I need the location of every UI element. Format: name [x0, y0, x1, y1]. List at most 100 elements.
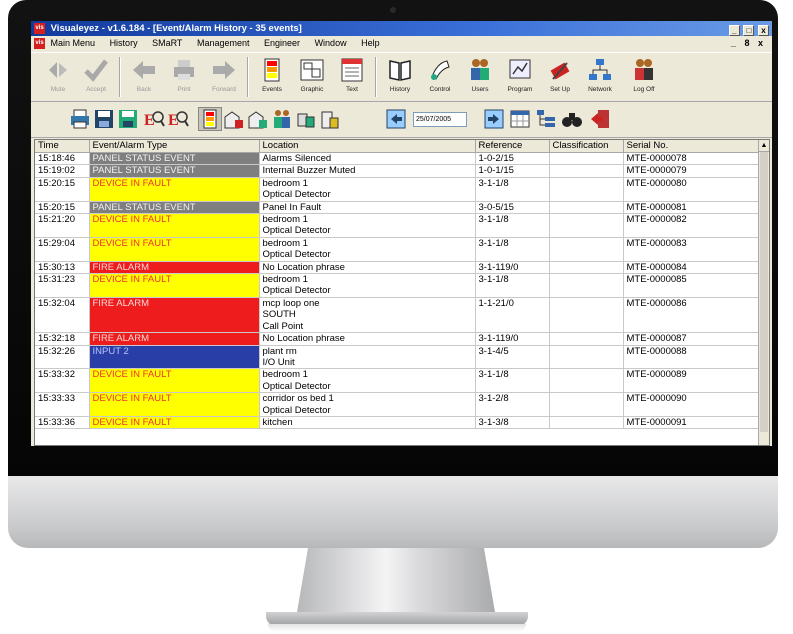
cell-event-type: DEVICE IN FAULT	[89, 368, 260, 394]
cell-reference: 3-1-2/8	[475, 392, 550, 417]
graphic-button[interactable]: Graphic	[293, 55, 331, 99]
control-button[interactable]: Control	[421, 55, 459, 99]
network-button[interactable]: Network	[581, 55, 619, 99]
cell-classification	[549, 177, 624, 202]
cell-serial: MTE-0000090	[623, 392, 761, 417]
cell-reference: 1-0-1/15	[475, 164, 550, 178]
column-header-time[interactable]: Time	[35, 140, 90, 153]
minimize-button[interactable]: _	[728, 25, 740, 36]
print-history-button[interactable]	[69, 108, 91, 130]
date-picker-button[interactable]	[385, 108, 407, 130]
cell-location: corridor os bed 1 Optical Detector	[259, 392, 476, 417]
menu-engineer[interactable]: Engineer	[264, 38, 300, 48]
vertical-scrollbar[interactable]: ▲	[758, 140, 769, 445]
menu-smart[interactable]: SMaRT	[152, 38, 182, 48]
table-row[interactable]: 15:21:20 DEVICE IN FAULT bedroom 1 Optical …	[35, 213, 761, 238]
table-row[interactable]: 15:29:04 DEVICE IN FAULT bedroom 1 Optical …	[35, 237, 761, 262]
logoff-button[interactable]: Log Off	[625, 55, 663, 99]
filter-fire-button[interactable]	[223, 108, 245, 130]
tree-view-button[interactable]	[535, 108, 557, 130]
mdi-window-controls[interactable]: _ 8 x	[731, 36, 766, 51]
app-window: vis Visualeyez - v1.6.184 - [Event/Alarm…	[31, 21, 772, 446]
column-header-classification[interactable]: Classification	[549, 140, 624, 153]
table-row[interactable]: 15:32:26 INPUT 2 plant rm I/O Unit 3-1-4/5 MT…	[35, 345, 761, 370]
cell-location: Internal Buzzer Muted	[259, 164, 476, 178]
history-button[interactable]: History	[381, 55, 419, 99]
table-row[interactable]: 15:32:18 FIRE ALARM No Location phrase 3-1-…	[35, 332, 761, 346]
filter-devices-button[interactable]	[295, 108, 317, 130]
cell-time: 15:33:33	[35, 392, 90, 417]
cell-time: 15:21:20	[35, 213, 90, 238]
export-button[interactable]	[117, 108, 139, 130]
filter-fault-button[interactable]	[247, 108, 269, 130]
cell-location: bedroom 1 Optical Detector	[259, 213, 476, 238]
date-input[interactable]: 25/07/2005	[413, 112, 467, 127]
program-button[interactable]: Program	[501, 55, 539, 99]
menu-window[interactable]: Window	[315, 38, 347, 48]
users-button[interactable]: Users	[461, 55, 499, 99]
accept-label: Accept	[86, 86, 106, 93]
cell-serial: MTE-0000084	[623, 261, 761, 275]
column-header-reference[interactable]: Reference	[475, 140, 550, 153]
back-button[interactable]: Back	[125, 55, 163, 99]
calendar-button[interactable]	[509, 108, 531, 130]
app-menu-icon[interactable]: vis	[34, 38, 45, 49]
accept-button[interactable]: Accept	[77, 55, 115, 99]
date-forward-button[interactable]	[483, 108, 505, 130]
menu-main-menu[interactable]: Main Menu	[51, 38, 96, 48]
table-row[interactable]: 15:33:32 DEVICE IN FAULT bedroom 1 Optical …	[35, 368, 761, 394]
scrollbar-thumb[interactable]	[760, 152, 768, 432]
scroll-up-arrow-icon[interactable]: ▲	[759, 140, 769, 152]
setup-label: Set Up	[550, 86, 570, 93]
menu-management[interactable]: Management	[197, 38, 250, 48]
mute-button[interactable]: Mute	[39, 55, 77, 99]
cell-serial: MTE-0000081	[623, 201, 761, 215]
location-line: bedroom 1	[262, 177, 308, 189]
maximize-button[interactable]: □	[743, 25, 755, 36]
location-line: mcp loop one	[262, 297, 320, 309]
menu-history[interactable]: History	[110, 38, 138, 48]
location-line: No Location phrase	[262, 261, 345, 273]
column-header-location[interactable]: Location	[259, 140, 476, 153]
table-row[interactable]: 15:30:13 FIRE ALARM No Location phrase 3-1-…	[35, 261, 761, 275]
exit-history-button[interactable]	[589, 108, 611, 130]
table-row[interactable]: 15:18:46 PANEL STATUS EVENT Alarms Silence…	[35, 152, 761, 166]
column-header-type[interactable]: Event/Alarm Type	[89, 140, 260, 153]
table-row[interactable]: 15:33:36 DEVICE IN FAULT kitchen 3-1-3/8 MTE…	[35, 416, 761, 430]
print-button[interactable]: Print	[165, 55, 203, 99]
floppy-disk-icon	[95, 110, 113, 128]
menu-help[interactable]: Help	[361, 38, 380, 48]
table-row[interactable]: 15:32:04 FIRE ALARM mcp loop one SOUTH Call …	[35, 297, 761, 334]
column-header-serial[interactable]: Serial No.	[623, 140, 761, 153]
cell-reference: 3-1-1/8	[475, 177, 550, 202]
cell-event-type: DEVICE IN FAULT	[89, 392, 260, 417]
close-button[interactable]: x	[758, 25, 769, 36]
cell-serial: MTE-0000085	[623, 273, 761, 298]
filter-users-button[interactable]	[271, 108, 293, 130]
location-line: kitchen	[262, 416, 293, 428]
table-row[interactable]: 15:19:02 PANEL STATUS EVENT Internal Buzze…	[35, 164, 761, 178]
location-line: bedroom 1	[262, 369, 308, 381]
forward-button[interactable]: Forward	[205, 55, 243, 99]
zoom-in-button[interactable]: E	[143, 108, 165, 130]
zoom-out-button[interactable]: E	[167, 108, 189, 130]
toolbar-separator	[375, 57, 377, 97]
devices-icon	[297, 113, 315, 128]
table-row[interactable]: 15:20:15 DEVICE IN FAULT bedroom 1 Optical …	[35, 177, 761, 202]
title-bar: vis Visualeyez - v1.6.184 - [Event/Alarm…	[31, 21, 772, 36]
location-line: Call Point	[262, 320, 304, 332]
setup-button[interactable]: Set Up	[541, 55, 579, 99]
text-button[interactable]: Text	[333, 55, 371, 99]
location-line: Alarms Silenced	[262, 153, 332, 164]
events-button[interactable]: Events	[253, 55, 291, 99]
cell-serial: MTE-0000080	[623, 177, 761, 202]
table-row[interactable]: 15:33:33 DEVICE IN FAULT corridor os bed 1…	[35, 392, 761, 417]
location-line: bedroom 1	[262, 214, 308, 226]
find-button[interactable]	[561, 108, 583, 130]
filter-events-button[interactable]	[198, 107, 222, 131]
table-row[interactable]: 15:20:15 PANEL STATUS EVENT Panel In Fault…	[35, 201, 761, 215]
table-row[interactable]: 15:31:23 DEVICE IN FAULT bedroom 1 Optical …	[35, 273, 761, 298]
cell-classification	[549, 152, 624, 166]
filter-panel-button[interactable]	[319, 108, 341, 130]
save-button[interactable]	[93, 108, 115, 130]
